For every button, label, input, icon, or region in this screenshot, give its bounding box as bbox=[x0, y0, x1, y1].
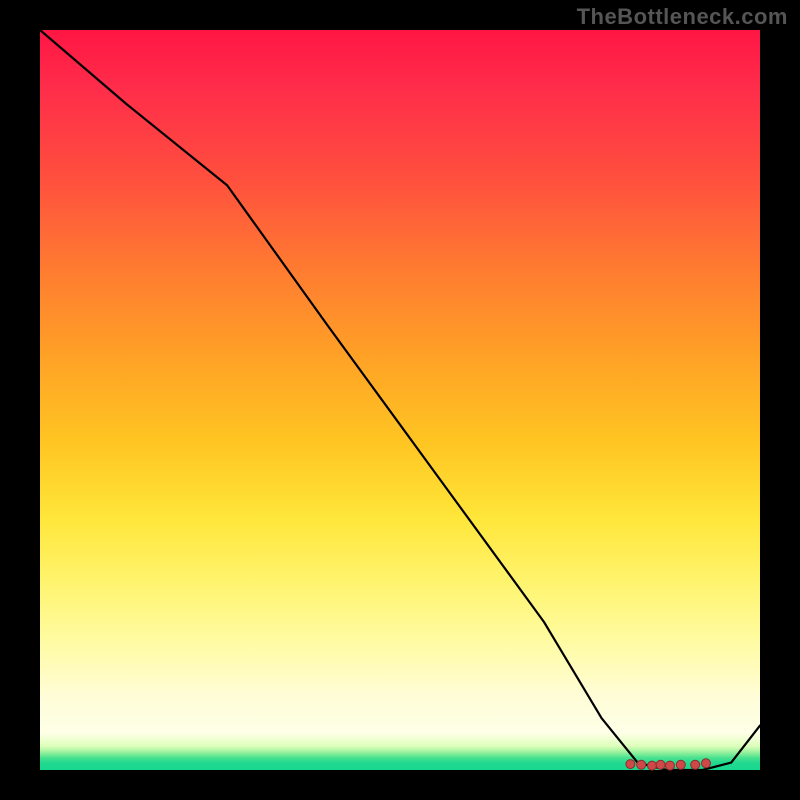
point-cluster bbox=[626, 759, 711, 770]
data-point bbox=[637, 760, 646, 769]
watermark-label: TheBottleneck.com bbox=[577, 4, 788, 30]
data-point bbox=[666, 761, 675, 770]
chart-svg bbox=[40, 30, 760, 770]
curve-line bbox=[40, 30, 760, 770]
data-point bbox=[676, 760, 685, 769]
data-point bbox=[656, 760, 665, 769]
data-point bbox=[702, 759, 711, 768]
data-point bbox=[626, 760, 635, 769]
data-point bbox=[691, 760, 700, 769]
data-point bbox=[648, 761, 657, 770]
plot-area bbox=[40, 30, 760, 770]
chart-frame: TheBottleneck.com bbox=[0, 0, 800, 800]
